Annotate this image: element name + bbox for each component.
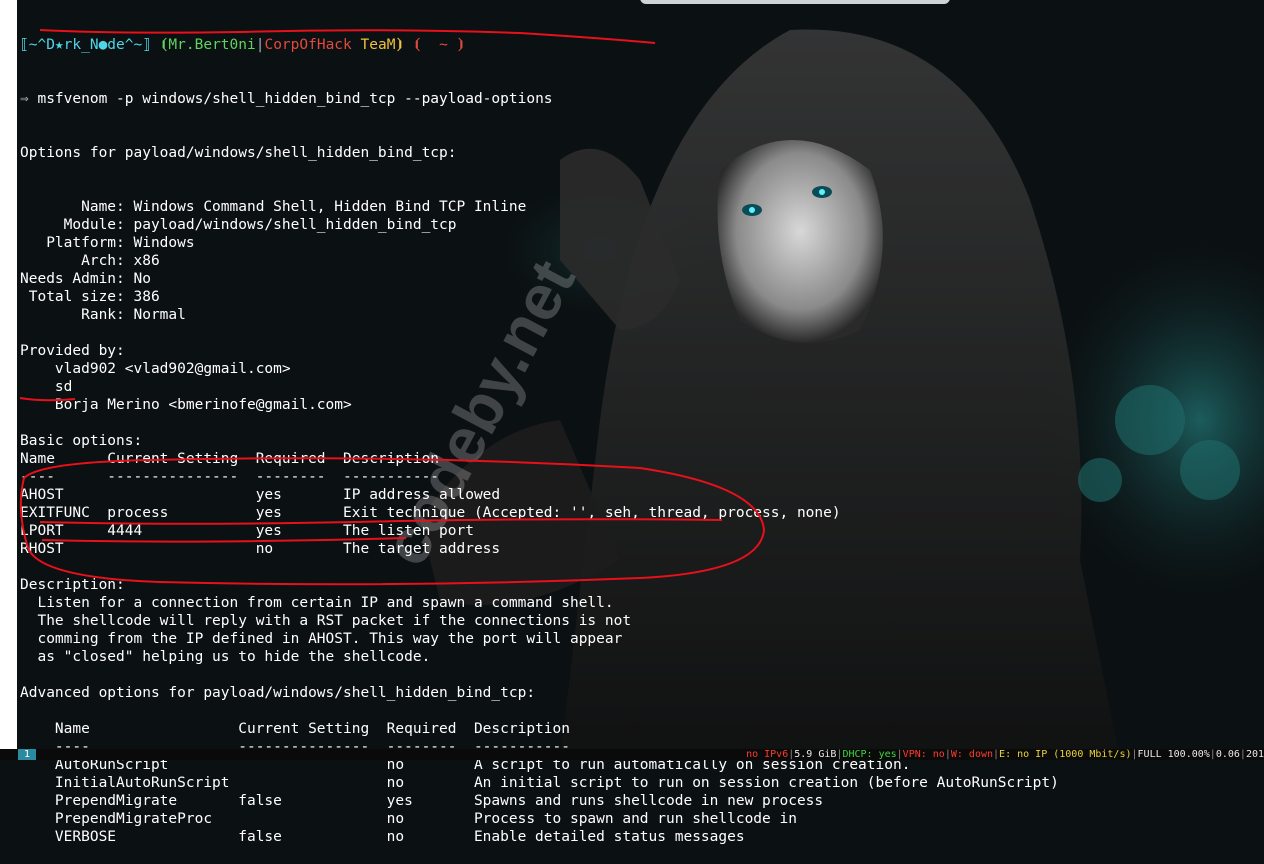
ethernet-status: E: no IP (1000 Mbit/s) [999, 749, 1132, 760]
output-line: EXITFUNC process yes Exit technique (Acc… [20, 505, 841, 521]
dhcp-status: DHCP: yes [842, 749, 897, 760]
window-left-edge [0, 0, 17, 749]
ipv6-status: no IPv6 [746, 749, 789, 760]
output-line: Listen for a connection from certain IP … [20, 595, 614, 611]
prompt-line: ⟦~^D★rk_N●de^~⟧ ⦗Mr.Bert0ni|CorpOfHack T… [20, 36, 1059, 54]
output-line: Name Current Setting Required Descriptio… [20, 451, 440, 467]
output-line: Arch: x86 [20, 253, 160, 269]
output-line: Platform: Windows [20, 235, 195, 251]
command-line: ⇒ msfvenom -p windows/shell_hidden_bind_… [20, 90, 1059, 108]
output-line: Name: Windows Command Shell, Hidden Bind… [20, 199, 527, 215]
output-line: RHOST no The target address [20, 541, 501, 557]
output-line: AHOST yes IP address allowed [20, 487, 501, 503]
status-bar: 1 no IPv6|5.9 GiB|DHCP: yes|VPN: no|W: d… [0, 749, 1264, 760]
output-line: Advanced options for payload/windows/she… [20, 685, 536, 701]
window-top-edge [640, 0, 950, 4]
prompt-bracket-open: ⟦ [20, 37, 29, 53]
prompt-user: ⦗Mr.Bert0ni [159, 37, 256, 53]
wifi-status: W: down [950, 749, 994, 760]
output-line: LPORT 4444 yes The listen port [20, 523, 474, 539]
prompt-cwd: ⦗ ~ ⦘ [404, 37, 466, 53]
output-line: comming from the IP defined in AHOST. Th… [20, 631, 623, 647]
output-lines: Options for payload/windows/shell_hidden… [20, 144, 1059, 846]
output-line: Description: [20, 577, 125, 593]
prompt-team-suffix: TeaM⦘ [351, 37, 405, 53]
status-indicators: no IPv6|5.9 GiB|DHCP: yes|VPN: no|W: dow… [746, 749, 1264, 760]
date-status: 201 [1245, 749, 1264, 760]
command-text: msfvenom -p windows/shell_hidden_bind_tc… [37, 91, 553, 107]
workspace-button[interactable]: 1 [18, 749, 36, 760]
output-line: Borja Merino <bmerinofe@gmail.com> [20, 397, 352, 413]
prompt-host: ~^D★rk_N●de^~ [28, 37, 143, 53]
output-line: Provided by: [20, 343, 125, 359]
output-line: Total size: 386 [20, 289, 160, 305]
prompt-bracket-close: ⟧ [142, 37, 151, 53]
output-line: sd [20, 379, 73, 395]
output-line: Module: payload/windows/shell_hidden_bin… [20, 217, 457, 233]
output-line: PrependMigrateProc no Process to spawn a… [20, 811, 797, 827]
load-status: 0.06 [1215, 749, 1240, 760]
output-line: Options for payload/windows/shell_hidden… [20, 145, 457, 161]
output-line: as "closed" helping us to hide the shell… [20, 649, 431, 665]
prompt-arrow-icon: ⇒ [20, 91, 29, 107]
output-line: InitialAutoRunScript no An initial scrip… [20, 775, 1059, 791]
output-line: Rank: Normal [20, 307, 186, 323]
battery-status: FULL 100.00% [1137, 749, 1210, 760]
output-line: VERBOSE false no Enable detailed status … [20, 829, 745, 845]
output-line: The shellcode will reply with a RST pack… [20, 613, 632, 629]
output-line: ---- --------------- -------- ----------… [20, 469, 440, 485]
output-line: Name Current Setting Required Descriptio… [20, 721, 570, 737]
output-line: Needs Admin: No [20, 271, 151, 287]
prompt-team: CorpOfHack [264, 37, 352, 53]
terminal-output: ⟦~^D★rk_N●de^~⟧ ⦗Mr.Bert0ni|CorpOfHack T… [20, 0, 1059, 864]
vpn-status: VPN: no [902, 749, 945, 760]
disk-status: 5.9 GiB [794, 749, 837, 760]
output-line: PrependMigrate false yes Spawns and runs… [20, 793, 824, 809]
output-line: Basic options: [20, 433, 143, 449]
output-line: vlad902 <vlad902@gmail.com> [20, 361, 291, 377]
